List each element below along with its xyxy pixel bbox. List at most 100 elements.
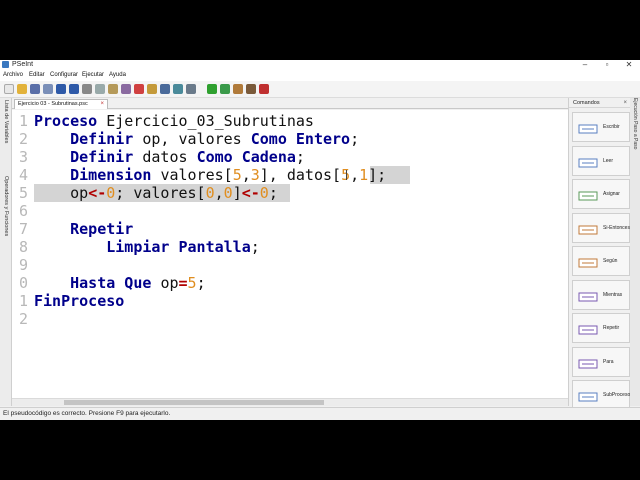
indent-icon[interactable] — [147, 84, 157, 94]
code-token: Proceso — [34, 112, 107, 130]
menu-editar[interactable]: Editar — [29, 70, 45, 81]
code-token: ], datos[ — [259, 166, 342, 184]
menu-archivo[interactable]: Archivo — [3, 70, 23, 81]
code-token: = — [178, 274, 188, 292]
command-seg-n[interactable]: Según — [572, 246, 630, 276]
command-label: Asignar — [603, 191, 620, 197]
line-number: 8 — [18, 238, 28, 256]
tab-label: Ejercicio 03 - Subrutinas.psc — [18, 101, 88, 107]
line-number: 7 — [18, 220, 28, 238]
command-subproceso[interactable]: SubProceso — [572, 380, 630, 410]
menu-ejecutar[interactable]: Ejecutar — [82, 70, 104, 81]
move-up-icon[interactable] — [121, 84, 131, 94]
undo-icon[interactable] — [56, 84, 66, 94]
title-bar: PSeInt – ▫ ✕ — [0, 60, 640, 70]
code-token: Repetir — [34, 220, 134, 238]
tab-ejercicio-03[interactable]: Ejercicio 03 - Subrutinas.psc × — [14, 99, 108, 109]
command-label: SubProceso — [603, 392, 631, 398]
redo-icon[interactable] — [69, 84, 79, 94]
flowchart-icon[interactable] — [246, 84, 256, 94]
command-repetir[interactable]: Repetir — [572, 313, 630, 343]
code-token: FinProceso — [34, 292, 125, 310]
command-escribir[interactable]: Escribir — [572, 112, 630, 142]
editor-tab-row: Ejercicio 03 - Subrutinas.psc × — [12, 98, 568, 109]
tab-operators-functions[interactable]: Operadores y Funciones — [1, 176, 11, 276]
command-label: Para — [603, 358, 614, 365]
code-line: Definir datos Como Cadena; — [34, 148, 305, 166]
find-next-icon[interactable] — [173, 84, 183, 94]
horizontal-scroll-thumb[interactable] — [64, 400, 324, 405]
code-token: 5 — [187, 274, 197, 292]
save-icon[interactable] — [30, 84, 40, 94]
code-token: 1 — [359, 166, 369, 184]
code-token: ]; — [368, 166, 387, 184]
code-token: Definir — [34, 130, 143, 148]
maximize-button[interactable]: ▫ — [596, 60, 618, 70]
code-token: ; — [350, 130, 360, 148]
line-number: 2 — [18, 310, 28, 328]
code-token: Hasta Que — [34, 274, 161, 292]
step-by-step-tab[interactable]: Ejecución Paso a Paso — [630, 98, 640, 406]
code-line: Dimension valores[5,3], datos[5,1]; — [34, 166, 386, 184]
left-side-panel: Lista de Variables Operadores y Funcione… — [0, 98, 12, 406]
menu-ayuda[interactable]: Ayuda — [109, 70, 126, 81]
open-folder-icon[interactable] — [17, 84, 27, 94]
command-asignar[interactable]: Asignar — [572, 179, 630, 209]
code-token: ; — [196, 274, 206, 292]
code-line: FinProceso — [34, 292, 124, 310]
minimize-button[interactable]: – — [574, 60, 596, 70]
command-leer[interactable]: Leer — [572, 145, 630, 176]
replace-icon[interactable] — [186, 84, 196, 94]
copy-icon[interactable] — [95, 84, 105, 94]
tab-close-icon[interactable]: × — [100, 100, 104, 109]
code-token: datos — [142, 148, 197, 166]
code-token: , — [350, 166, 360, 184]
command-mientras[interactable]: Mientras — [572, 279, 630, 310]
menu-bar: Archivo Editar Configurar Ejecutar Ayuda — [0, 70, 640, 81]
line-number: 4 — [18, 166, 28, 184]
paste-icon[interactable] — [108, 84, 118, 94]
help-icon[interactable] — [259, 84, 269, 94]
close-window-button[interactable]: ✕ — [618, 60, 640, 70]
search-icon[interactable] — [134, 84, 144, 94]
line-number: 9 — [18, 256, 28, 274]
code-line: Definir op, valores Como Entero; — [34, 130, 359, 148]
code-line: Limpiar Pantalla; — [34, 238, 260, 256]
command-shape-icon — [576, 156, 600, 168]
cut-icon[interactable] — [82, 84, 92, 94]
code-token: 5 — [232, 166, 242, 184]
text-cursor — [346, 170, 347, 180]
line-number: 1 — [18, 292, 28, 310]
commands-close-icon[interactable]: × — [623, 98, 627, 108]
line-number: 2 — [18, 130, 28, 148]
commands-panel: Comandos × Escribir Leer Asignar Si-Entonce… — [568, 98, 631, 410]
run-icon[interactable] — [207, 84, 217, 94]
horizontal-scrollbar[interactable] — [12, 398, 568, 406]
command-label: Según — [603, 258, 618, 264]
line-number: 1 — [18, 112, 28, 130]
code-line: Hasta Que op=5; — [34, 274, 206, 292]
command-para[interactable]: Para — [572, 346, 630, 377]
code-editor[interactable]: 123456789012 Proceso Ejercicio_03_Subrut… — [12, 110, 568, 398]
line-number: 6 — [18, 202, 28, 220]
line-number: 5 — [18, 184, 28, 202]
code-token: ; — [268, 184, 278, 202]
debug-icon[interactable] — [233, 84, 243, 94]
save-as-icon[interactable] — [43, 84, 53, 94]
new-file-icon[interactable] — [4, 84, 14, 94]
code-line: Repetir — [34, 220, 133, 238]
code-token: ] — [232, 184, 242, 202]
step-icon[interactable] — [220, 84, 230, 94]
find-icon[interactable] — [160, 84, 170, 94]
code-token: Definir — [34, 148, 143, 166]
command-si-entonces[interactable]: Si-Entonces — [572, 212, 630, 243]
line-number: 3 — [18, 148, 28, 166]
menu-configurar[interactable]: Configurar — [50, 70, 78, 81]
status-message: El pseudocódigo es correcto. Presione F9… — [3, 410, 171, 417]
code-token: 0 — [106, 184, 116, 202]
command-shape-icon — [576, 357, 600, 369]
tab-variable-list[interactable]: Lista de Variables — [1, 100, 11, 170]
command-shape-icon — [576, 189, 600, 201]
code-token: Ejercicio_03_Subrutinas — [106, 112, 314, 130]
code-line: Proceso Ejercicio_03_Subrutinas — [34, 112, 314, 130]
